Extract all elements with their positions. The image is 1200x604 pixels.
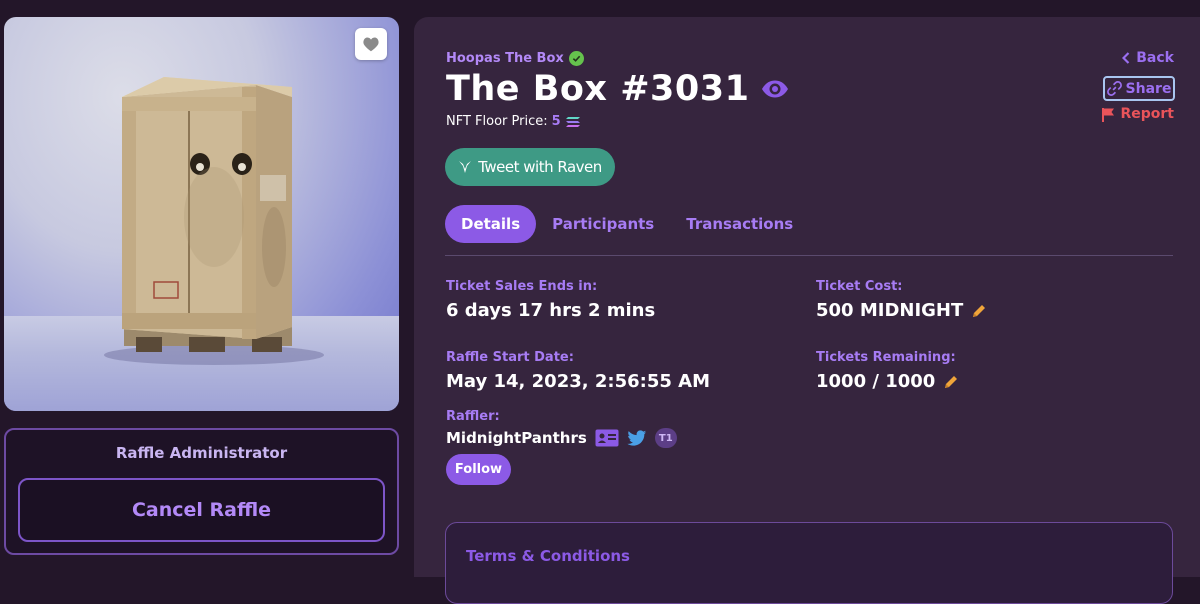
report-label: Report (1120, 106, 1174, 122)
share-label: Share (1125, 80, 1172, 97)
heart-icon (363, 37, 379, 52)
share-button[interactable]: Share (1103, 76, 1175, 101)
admin-title: Raffle Administrator (115, 444, 288, 462)
id-card-icon[interactable] (595, 429, 619, 447)
nft-image (4, 17, 399, 411)
ends-value-text: 6 days 17 hrs 2 mins (446, 300, 656, 321)
solana-icon (565, 116, 580, 127)
terms-panel[interactable]: Terms & Conditions (445, 522, 1173, 604)
start-date-label: Raffle Start Date: (446, 350, 574, 365)
floor-price-label: NFT Floor Price: (446, 114, 548, 129)
back-label: Back (1136, 50, 1174, 66)
tweet-with-raven-button[interactable]: Tweet with Raven (445, 148, 615, 186)
eye-icon[interactable] (761, 80, 789, 98)
ends-label: Ticket Sales Ends in: (446, 279, 598, 294)
raffler-label: Raffler: (446, 409, 500, 424)
back-button[interactable]: Back (1122, 50, 1174, 66)
remaining-label: Tickets Remaining: (816, 350, 956, 365)
raffle-admin-panel: Raffle Administrator Cancel Raffle (4, 428, 399, 555)
report-button[interactable]: Report (1101, 106, 1174, 122)
flag-icon (1102, 107, 1115, 122)
link-icon (1106, 81, 1122, 96)
verified-icon (568, 51, 584, 66)
raven-icon (459, 161, 472, 173)
pencil-icon[interactable] (971, 303, 987, 319)
title-row: The Box #3031 (446, 69, 789, 109)
tab-transactions[interactable]: Transactions (670, 205, 809, 243)
tweet-label: Tweet with Raven (478, 158, 602, 176)
cancel-raffle-button[interactable]: Cancel Raffle (18, 478, 385, 542)
crate-illustration (104, 77, 324, 365)
terms-title: Terms & Conditions (466, 547, 630, 565)
divider (445, 255, 1173, 256)
tier-badge: T1 (654, 428, 677, 448)
raffler-row: MidnightPanthrs T1 (446, 428, 677, 448)
collection-label: Hoopas The Box (446, 51, 564, 66)
floor-price-value: 5 (551, 114, 561, 129)
tab-details[interactable]: Details (445, 205, 537, 243)
raffle-details-panel: Hoopas The Box The Box #3031 NFT Floor P… (414, 17, 1200, 604)
pencil-icon[interactable] (943, 374, 959, 390)
twitter-icon[interactable] (627, 429, 647, 447)
page-title: The Box #3031 (446, 69, 750, 109)
remaining-value-text: 1000 / 1000 (816, 371, 936, 392)
raffler-name[interactable]: MidnightPanthrs (446, 429, 587, 447)
left-column: Raffle Administrator Cancel Raffle (4, 17, 399, 555)
follow-button[interactable]: Follow (446, 454, 511, 485)
start-date-value: May 14, 2023, 2:56:55 AM (446, 371, 710, 392)
favorite-button[interactable] (355, 28, 387, 60)
chevron-left-icon (1122, 52, 1130, 64)
cost-label: Ticket Cost: (816, 279, 903, 294)
ends-value: 6 days 17 hrs 2 mins (446, 300, 655, 321)
start-date-text: May 14, 2023, 2:56:55 AM (446, 371, 710, 392)
collection-name[interactable]: Hoopas The Box (446, 51, 584, 66)
tab-participants[interactable]: Participants (536, 205, 670, 243)
tab-bar: Details Participants Transactions (445, 205, 809, 243)
cost-value-text: 500 MIDNIGHT (816, 300, 964, 321)
cost-value: 500 MIDNIGHT (816, 300, 987, 321)
floor-price: NFT Floor Price: 5 (446, 114, 581, 129)
remaining-value: 1000 / 1000 (816, 371, 959, 392)
